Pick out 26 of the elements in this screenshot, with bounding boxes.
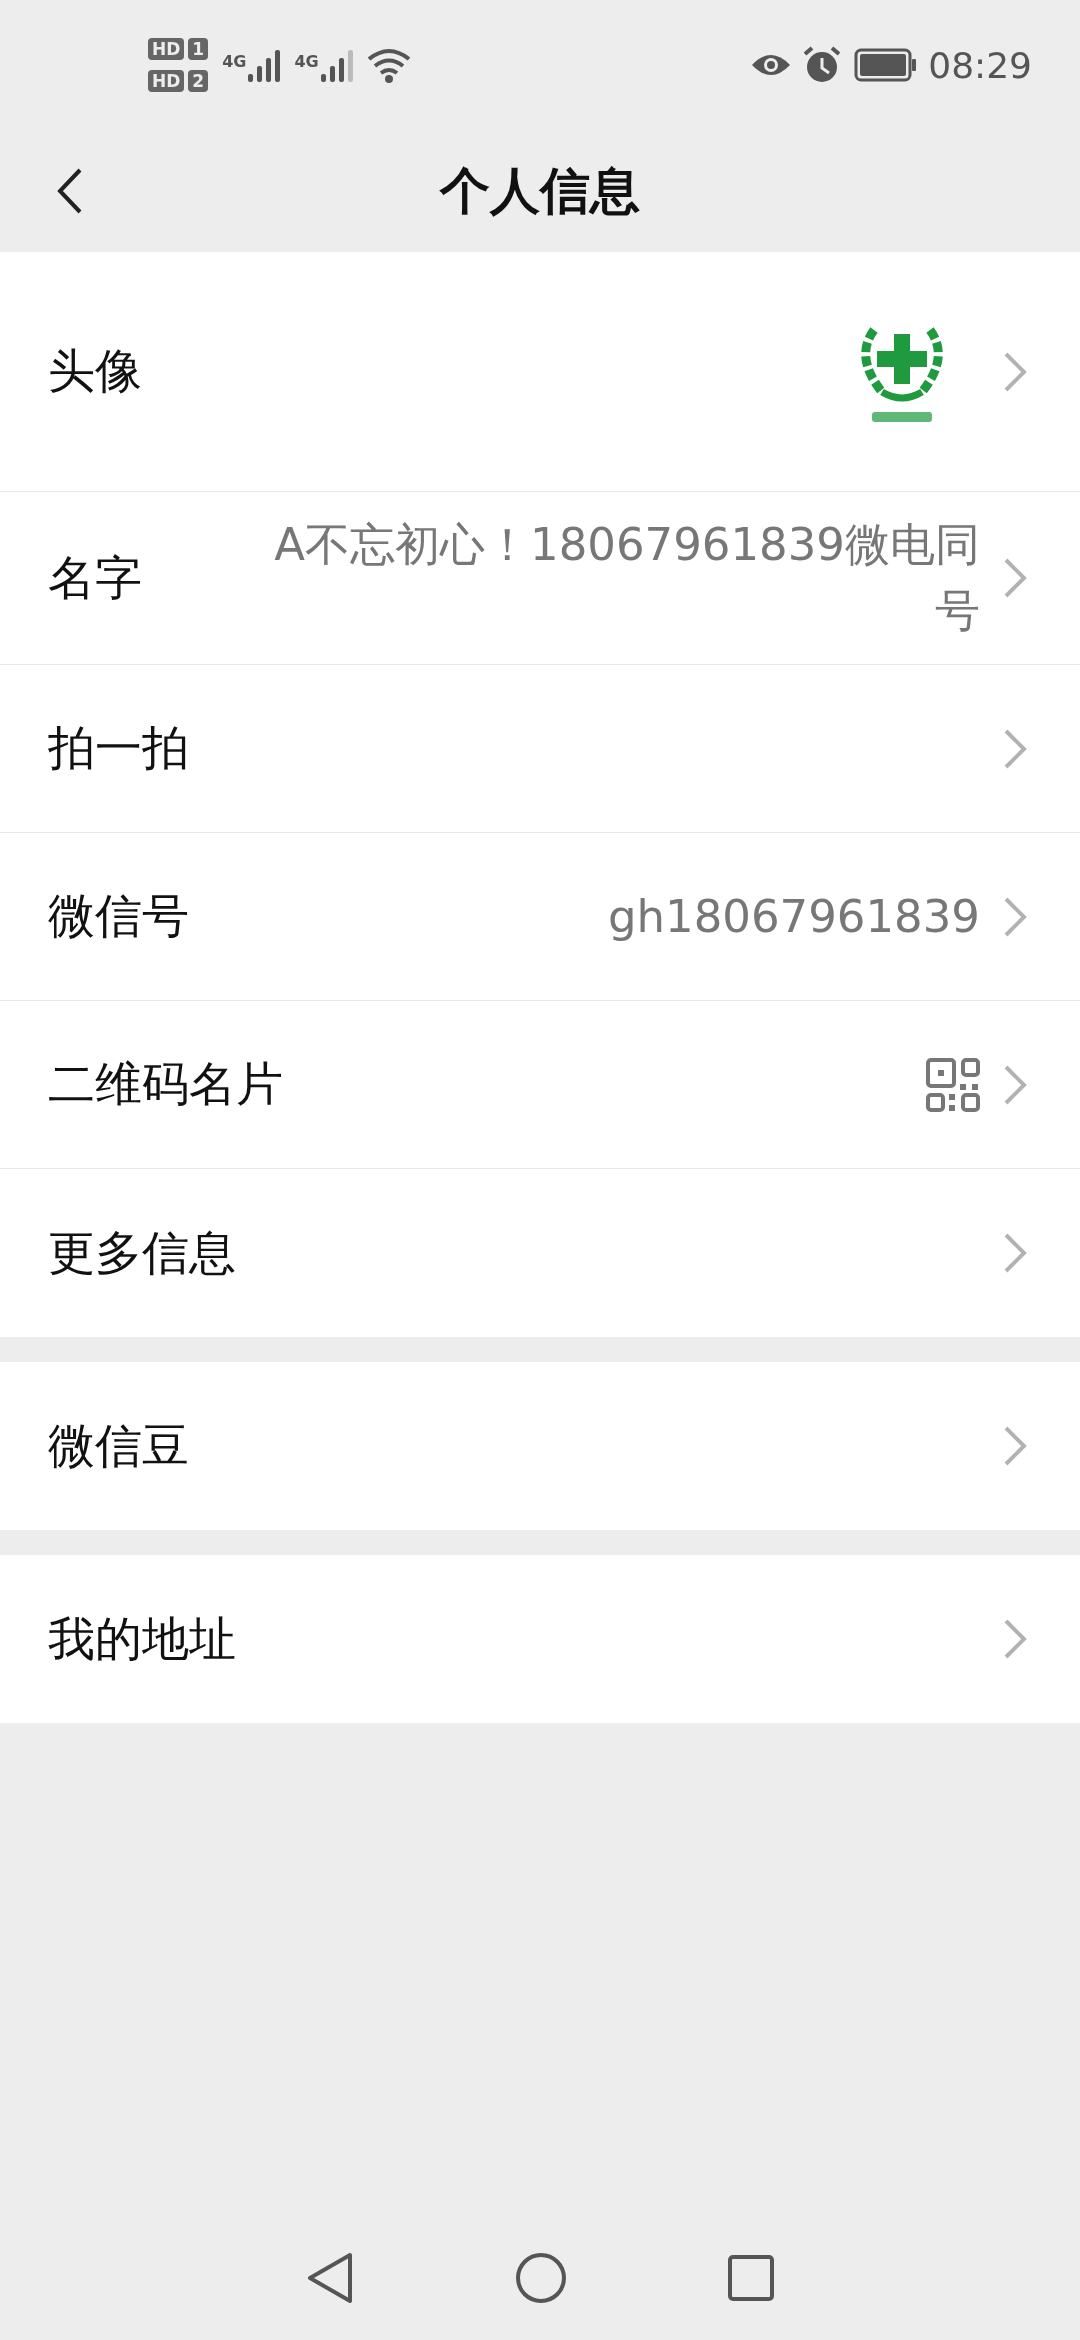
row-label: 我的地址 xyxy=(48,1609,236,1668)
settings-row[interactable]: 二维码名片 xyxy=(0,1001,1080,1169)
clock-time: 08:29 xyxy=(928,44,1032,86)
settings-row[interactable]: 我的地址 xyxy=(0,1555,1080,1723)
network-label: 4G xyxy=(222,52,247,71)
sim-badge: HD xyxy=(148,38,185,60)
settings-row[interactable]: 头像 xyxy=(0,252,1080,492)
settings-row[interactable]: 拍一拍 xyxy=(0,665,1080,833)
settings-row[interactable]: 更多信息 xyxy=(0,1169,1080,1337)
row-label: 更多信息 xyxy=(48,1223,236,1282)
settings-row[interactable]: 名字 A不忘初心！18067961839微电同号 xyxy=(0,492,1080,665)
sim-slot-badge: 1 xyxy=(188,38,209,60)
row-label: 名字 xyxy=(48,548,142,607)
sim-slot-badge: 2 xyxy=(188,70,209,92)
row-value: gh18067961839 xyxy=(606,888,980,945)
row-label: 二维码名片 xyxy=(48,1055,283,1113)
row-label: 微信号 xyxy=(48,887,189,945)
settings-row[interactable]: 微信号 gh18067961839 xyxy=(0,833,1080,1001)
page-title: 个人信息 xyxy=(440,160,640,222)
row-label: 微信豆 xyxy=(48,1416,189,1475)
settings-row[interactable]: 微信豆 xyxy=(0,1362,1080,1530)
network-label: 4G xyxy=(294,52,319,71)
row-value: A不忘初心！18067961839微电同号 xyxy=(273,517,980,639)
row-label: 拍一拍 xyxy=(48,719,189,777)
row-label: 头像 xyxy=(48,342,142,400)
sim-badge: HD xyxy=(148,70,185,92)
